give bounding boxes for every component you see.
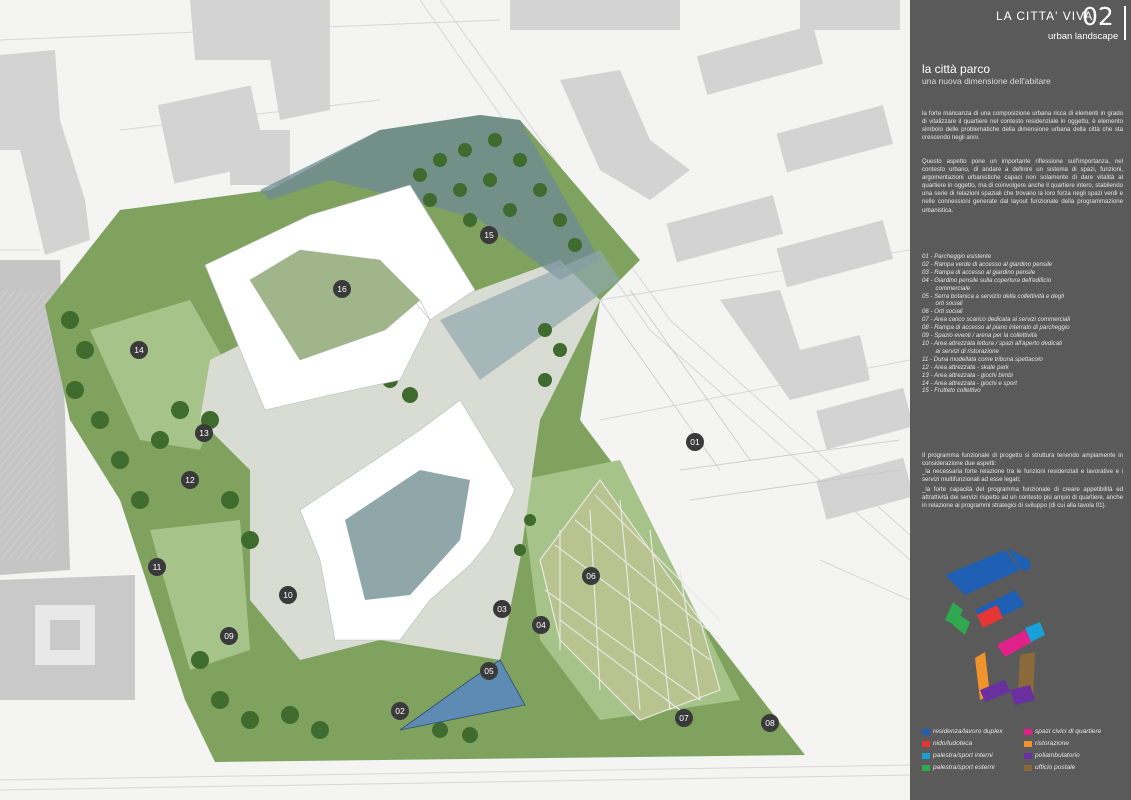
legend-item: 02 - Rampa verde di accesso al giardino … (922, 260, 1053, 268)
key-label: nido/ludoteca (933, 740, 973, 747)
project-title: LA CITTA' VIVA (996, 9, 1094, 23)
plan-marker-16: 16 (333, 280, 351, 298)
marker-label: 07 (679, 713, 689, 723)
key-item: palestra/sport esterni (922, 764, 995, 771)
key-item: poliambulatorio (1024, 752, 1080, 759)
swatch (1024, 740, 1032, 747)
legend-item: 05 - Serra botanica a servizio della col… (922, 292, 1064, 300)
key-item: ufficio postale (1024, 764, 1075, 771)
legend-item: commerciale (922, 284, 971, 292)
key-label: spazi civici di quartiere (1035, 728, 1102, 735)
marker-label: 04 (536, 620, 546, 630)
swatch (922, 764, 930, 771)
legend-item: 13 - Area attrezzata - giochi bimbi (922, 371, 1013, 379)
key-item: palestra/sport interni (922, 752, 993, 759)
key-label: ristorazione (1035, 740, 1070, 747)
plan-marker-04: 04 (532, 616, 550, 634)
marker-label: 13 (199, 428, 209, 438)
plan-marker-12: 12 (181, 471, 199, 489)
key-label: poliambulatorio (1035, 752, 1080, 759)
plan-marker-05: 05 (480, 662, 498, 680)
key-item: ristorazione (1024, 740, 1069, 747)
marker-label: 03 (497, 604, 507, 614)
plan-marker-09: 09 (220, 627, 238, 645)
function-diagram (945, 548, 1045, 705)
plan-marker-06: 06 (582, 567, 600, 585)
marker-label: 05 (484, 666, 494, 676)
marker-label: 16 (337, 284, 347, 294)
context-paragraph: Questo aspetto pone un importante rifles… (922, 158, 1123, 214)
key-label: residenza/lavoro duplex (933, 728, 1003, 735)
masterplan-drawing: 01 02 03 04 05 06 07 08 09 10 11 12 13 14 15 16 (0, 0, 910, 791)
header-divider (1124, 6, 1126, 40)
marker-label: 06 (586, 571, 596, 581)
program-paragraph: Il programma funzionale di progetto si s… (922, 452, 1123, 468)
swatch (1024, 728, 1032, 735)
numbered-legend: 01 - Parcheggio esistente 02 - Rampa ver… (922, 253, 1122, 395)
plan-marker-02: 02 (391, 702, 409, 720)
legend-item: 14 - Area attrezzata - giochi e sport (922, 379, 1017, 387)
legend-item: 06 - Orti sociali (922, 308, 963, 316)
plan-marker-07: 07 (675, 709, 693, 727)
sheet-number: 02 (1082, 2, 1114, 31)
key-item: spazi civici di quartiere (1024, 728, 1101, 735)
legend-item: 10 - Area attrezzata lettura / spazi all… (922, 339, 1063, 347)
legend-item: 03 - Rampa di accesso al giardino pensil… (922, 268, 1036, 276)
legend-item: 11 - Duna modellata come tribuna spettac… (922, 355, 1043, 363)
legend-item: orti sociali (922, 300, 963, 308)
swatch (922, 752, 930, 759)
plan-marker-08: 08 (761, 714, 779, 732)
plan-marker-15: 15 (480, 226, 498, 244)
swatch (1024, 764, 1032, 771)
legend-item: ai servizi di ristorazione (922, 347, 999, 355)
swatch (1024, 752, 1032, 759)
plan-marker-11: 11 (148, 558, 166, 576)
aspect-two-paragraph: _la forte capacità del programma funzion… (922, 486, 1123, 510)
plan-marker-01: 01 (686, 433, 704, 451)
legend-item: 04 - Giardino pensile sulla copertura de… (922, 276, 1052, 284)
key-label: palestra/sport esterni (933, 764, 995, 771)
plan-marker-10: 10 (279, 586, 297, 604)
marker-label: 12 (185, 475, 195, 485)
aspect-one-paragraph: _la necessaria forte relazione tra le fu… (922, 468, 1123, 484)
plan-marker-14: 14 (130, 341, 148, 359)
section-subtitle: una nuova dimensione dell'abitare (922, 76, 1051, 86)
marker-label: 08 (765, 718, 775, 728)
section-title: la città parco (922, 62, 991, 76)
sheet-subtitle: urban landscape (1048, 31, 1119, 42)
key-item: nido/ludoteca (922, 740, 972, 747)
marker-label: 10 (283, 590, 293, 600)
marker-label: 15 (484, 230, 494, 240)
marker-label: 09 (224, 631, 234, 641)
plan-marker-03: 03 (493, 600, 511, 618)
intro-paragraph: la forte mancanza di una composizione ur… (922, 110, 1123, 142)
legend-item: 08 - Rampa di accesso al piano interrato… (922, 324, 1070, 332)
marker-label: 11 (153, 562, 162, 572)
plan-marker-13: 13 (195, 424, 213, 442)
legend-item: 07 - Area carico scarico dedicata ai ser… (922, 316, 1071, 324)
legend-item: 09 - Spazio eventi / arena per la collet… (922, 332, 1037, 340)
legend-item: 01 - Parcheggio esistente (922, 253, 992, 260)
marker-label: 02 (395, 706, 405, 716)
marker-label: 01 (690, 437, 700, 447)
legend-item: 15 - Frutteto collettivo (922, 387, 981, 395)
swatch (922, 728, 930, 735)
key-item: residenza/lavoro duplex (922, 728, 1003, 735)
key-label: ufficio postale (1035, 764, 1076, 771)
swatch (922, 740, 930, 747)
key-label: palestra/sport interni (933, 752, 993, 759)
info-panel: LA CITTA' VIVA 02 urban landscape la cit… (910, 0, 1131, 800)
marker-label: 14 (134, 345, 144, 355)
legend-item: 12 - Area attrezzata - skate park (922, 363, 1009, 371)
